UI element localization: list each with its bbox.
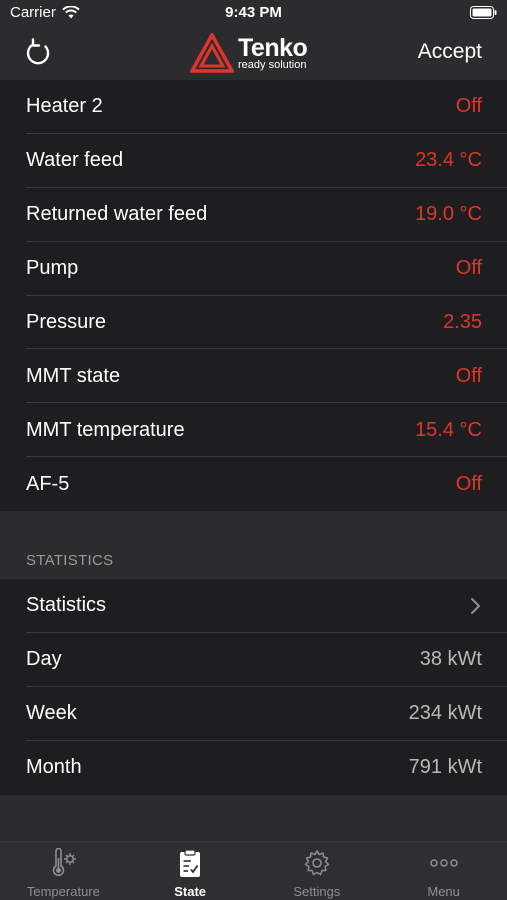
tab-menu[interactable]: Menu: [380, 842, 507, 900]
row-value: 234 kWt: [408, 702, 482, 725]
row-label: MMT state: [26, 364, 121, 387]
row-label: Day: [26, 648, 62, 671]
refresh-icon[interactable]: [22, 36, 56, 70]
statistics-row-month: Month 791 kWt: [0, 741, 507, 795]
row-label: Pressure: [26, 311, 107, 333]
state-row-heater-2: Heater 2 Off: [0, 80, 507, 134]
tab-bar: Temperature State Settings Menu: [0, 841, 507, 900]
row-value: Off: [455, 364, 482, 387]
tab-settings[interactable]: Settings: [254, 842, 381, 900]
tab-label: Settings: [293, 884, 341, 899]
row-label: Week: [26, 702, 77, 725]
statistics-link-row[interactable]: Statistics: [0, 579, 507, 633]
tab-label: Menu: [427, 884, 460, 899]
tab-label: State: [174, 884, 207, 899]
row-value: 38 kWt: [419, 648, 482, 671]
row-value: 15.4 °C: [415, 418, 482, 441]
row-value: Off: [455, 257, 482, 280]
tab-state[interactable]: State: [127, 842, 254, 900]
row-value: 2.35: [443, 311, 482, 333]
row-label: AF-5: [26, 472, 70, 495]
state-row-mmt-state: MMT state Off: [0, 349, 507, 404]
state-row-pressure: Pressure 2.35: [0, 296, 507, 350]
row-value: Off: [455, 95, 482, 118]
more-icon: [429, 859, 458, 867]
clock: 9:43 PM: [225, 4, 282, 21]
row-value: Off: [455, 472, 482, 495]
clipboard-icon: [180, 849, 201, 877]
tenko-logo: Tenko ready solution: [190, 32, 325, 74]
state-row-water-feed: Water feed 23.4 °C: [0, 134, 507, 188]
statistics-row-week: Week 234 kWt: [0, 687, 507, 741]
tab-label: Temperature: [26, 884, 100, 899]
row-label: Heater 2: [26, 95, 103, 118]
statistics-section-header: STATISTICS: [26, 552, 114, 569]
row-label: Statistics: [26, 594, 107, 617]
state-row-pump: Pump Off: [0, 242, 507, 296]
row-label: Pump: [26, 257, 79, 280]
accept-button[interactable]: Accept: [418, 40, 482, 64]
chevron-right-icon: [471, 597, 480, 614]
logo-triangle-icon: [190, 33, 234, 73]
navigation-bar: Tenko ready solution Accept: [0, 26, 507, 80]
row-label: Water feed: [26, 149, 124, 172]
battery-icon: [470, 6, 497, 19]
statistics-list: Statistics Day 38 kWt Week 234 kWt Month…: [0, 579, 507, 795]
row-label: Month: [26, 756, 82, 779]
logo-tagline: ready solution: [238, 59, 307, 71]
row-value: 19.0 °C: [415, 203, 482, 226]
thermometer-icon: [53, 848, 77, 877]
statistics-row-day: Day 38 kWt: [0, 633, 507, 687]
state-row-af-5: AF-5 Off: [0, 457, 507, 511]
row-value: 23.4 °C: [415, 149, 482, 172]
state-row-returned-water-feed: Returned water feed 19.0 °C: [0, 188, 507, 242]
gear-icon: [304, 850, 330, 876]
tab-temperature[interactable]: Temperature: [0, 842, 127, 900]
status-bar: Carrier 9:43 PM: [0, 0, 507, 26]
state-row-mmt-temperature: MMT temperature 15.4 °C: [0, 403, 507, 458]
row-label: Returned water feed: [26, 203, 208, 226]
row-label: MMT temperature: [26, 418, 185, 441]
row-value: 791 kWt: [408, 756, 482, 779]
state-list: Heater 2 Off Water feed 23.4 °C Returned…: [0, 80, 507, 512]
